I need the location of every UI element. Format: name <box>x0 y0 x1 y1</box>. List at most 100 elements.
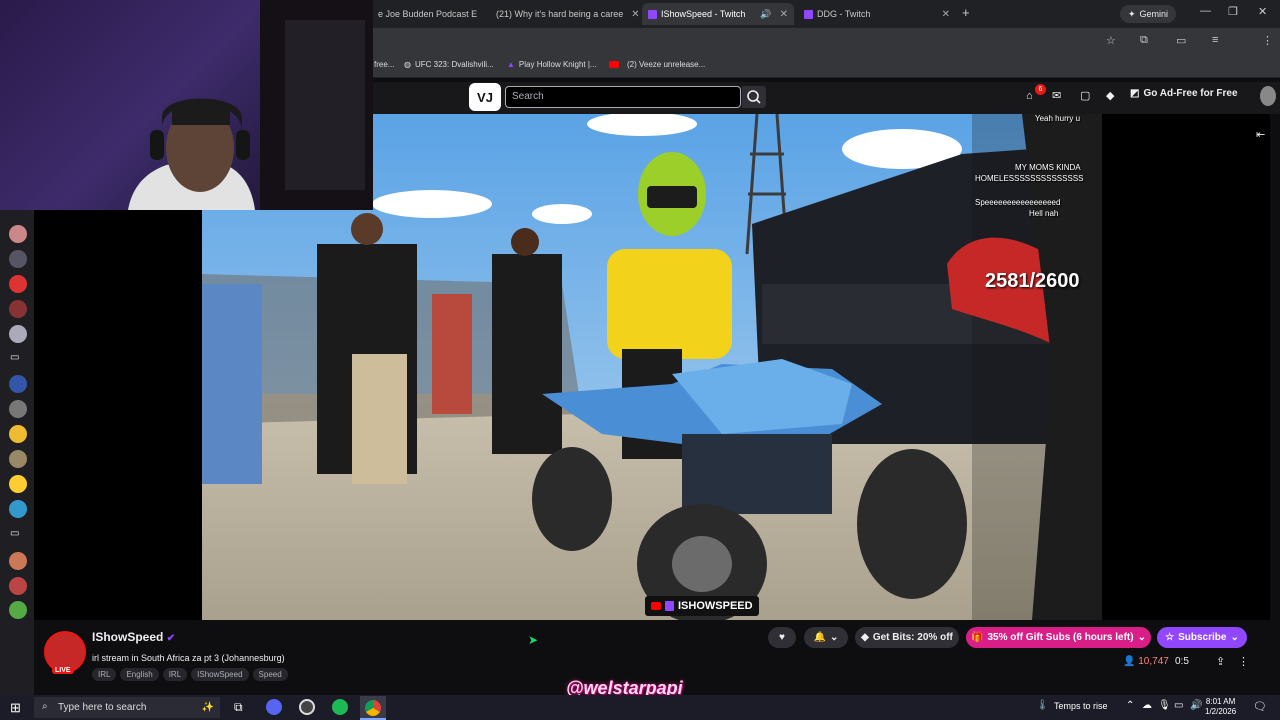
bookmark-item[interactable]: ◍ UFC 323: Dvalishvili... <box>404 60 494 69</box>
sidebar-channel-avatar[interactable] <box>9 601 27 619</box>
sidebar-channel-avatar[interactable] <box>9 475 27 493</box>
share-icon[interactable]: ⇪ <box>1216 655 1225 668</box>
stream-tags: IRL English IRL IShowSpeed Speed <box>92 668 288 681</box>
more-options-icon[interactable]: ⋮ <box>1238 655 1249 668</box>
chevron-down-icon: ⌄ <box>1230 632 1239 643</box>
gemini-button[interactable]: ✦ Gemini <box>1120 5 1177 23</box>
bookmark-item[interactable]: (2) Veeze unrelease... <box>609 60 705 69</box>
bookmark-item[interactable]: free... <box>374 60 394 69</box>
bookmark-label: free... <box>374 60 395 69</box>
sidebar-channel-avatar[interactable] <box>9 450 27 468</box>
task-view-icon[interactable]: ⧉ <box>234 700 243 715</box>
watermark-text: ISHOWSPEED <box>678 600 753 612</box>
sidebar-channel-avatar[interactable] <box>9 375 27 393</box>
game-icon: ▲ <box>507 60 515 69</box>
gemini-label: Gemini <box>1139 9 1169 19</box>
sidebar-channel-avatar[interactable] <box>9 577 27 595</box>
spotify-icon[interactable] <box>332 699 348 715</box>
sidebar-channel-avatar[interactable] <box>9 500 27 518</box>
cast-icon[interactable]: ▭ <box>1176 34 1186 47</box>
search-input[interactable]: Search <box>505 86 741 108</box>
search-button[interactable] <box>742 86 766 108</box>
sidebar-channel-avatar[interactable] <box>9 300 27 318</box>
mail-icon[interactable]: ✉ <box>1052 89 1061 102</box>
globe-icon: ◍ <box>404 60 411 69</box>
chevron-up-icon[interactable]: ⌃ <box>1126 700 1134 711</box>
sidebar-channel-avatar[interactable] <box>9 425 27 443</box>
chrome-taskbar-button[interactable] <box>360 696 386 720</box>
tag[interactable]: IRL <box>162 668 188 681</box>
tab-label: e Joe Budden Podcast E <box>378 9 478 19</box>
tag[interactable]: Speed <box>252 668 288 681</box>
gift-subs-button[interactable]: 🎁 35% off Gift Subs (6 hours left) ⌄ <box>966 627 1151 648</box>
sidebar-channel-avatar[interactable] <box>9 400 27 418</box>
notifications-center-icon[interactable]: 🗨 <box>1253 700 1267 713</box>
discord-icon[interactable] <box>266 699 282 715</box>
sidebar-channel-avatar[interactable] <box>9 250 27 268</box>
bits-label: Get Bits: 20% off <box>872 632 953 643</box>
microphone-icon[interactable]: 🎙 <box>1158 700 1171 711</box>
tag[interactable]: English <box>120 668 159 681</box>
sidebar-channel-avatar[interactable] <box>9 552 27 570</box>
stream-watermark: ISHOWSPEED <box>645 596 759 616</box>
twitch-icon <box>665 601 674 611</box>
person-icon: 👤 <box>1123 656 1136 667</box>
tab-youtube[interactable]: (21) Why it's hard being a caree ✕ <box>486 3 638 25</box>
sidebar-channel-avatar[interactable] <box>9 325 27 343</box>
viewer-count: 👤 10,747 <box>1123 656 1169 667</box>
volume-icon[interactable]: 🔊 <box>1190 700 1202 711</box>
windows-start-icon[interactable]: ⊞ <box>10 700 21 716</box>
taskbar-clock[interactable]: 8:01 AM 1/2/2026 <box>1205 697 1236 717</box>
crown-icon[interactable]: ◆ <box>1106 89 1114 102</box>
bookmark-item[interactable]: ▲ Play Hollow Knight |... <box>507 60 597 69</box>
chat-message: Speeeeeeeeeeeeeeeed <box>975 198 1061 207</box>
window-close-icon[interactable]: ✕ <box>1258 5 1267 18</box>
subscribe-label: Subscribe <box>1178 632 1227 643</box>
taskbar-search-input[interactable]: ⌕ Type here to search ✨ <box>34 697 220 718</box>
tag[interactable]: IShowSpeed <box>191 668 249 681</box>
bookmark-star-icon[interactable]: ☆ <box>1106 34 1116 47</box>
extensions-icon[interactable]: ⧉ <box>1140 34 1148 47</box>
close-icon[interactable]: ✕ <box>780 9 788 20</box>
tab-joe-budden[interactable]: e Joe Budden Podcast E ✕ <box>372 3 482 25</box>
tag[interactable]: IRL <box>92 668 117 681</box>
maximize-icon[interactable]: ❐ <box>1228 5 1238 18</box>
webcam-scene <box>128 0 373 210</box>
obs-icon[interactable] <box>299 699 315 715</box>
get-bits-button[interactable]: ◆ Get Bits: 20% off <box>855 627 959 648</box>
weather-label[interactable]: Temps to rise <box>1054 701 1108 711</box>
sidebar-channel-avatar[interactable] <box>9 275 27 293</box>
whispers-icon[interactable]: ▢ <box>1080 89 1090 102</box>
network-icon[interactable]: ▭ <box>1174 700 1183 711</box>
minimize-icon[interactable]: — <box>1200 5 1211 17</box>
new-tab-button[interactable]: + <box>962 5 970 20</box>
inventory-icon[interactable]: ⌂ <box>1026 90 1033 102</box>
chat-message: Yeah hurry u <box>1035 114 1081 123</box>
media-icon[interactable]: ≡ <box>1212 34 1218 46</box>
menu-icon[interactable]: ⋮ <box>1262 34 1273 47</box>
video-camera-icon: ▭ <box>10 528 20 539</box>
channel-name-text: IShowSpeed <box>92 630 164 644</box>
verified-icon: ✔ <box>166 633 176 644</box>
tab-ddg-twitch[interactable]: DDG - Twitch ✕ <box>798 3 956 25</box>
follow-button[interactable]: ♥ <box>768 627 796 648</box>
chat-message: HOMELESSSSSSSSSSSSSS <box>975 174 1084 183</box>
chat-overlay: Yeah hurry u MY MOMS KINDA HOMELESSSSSSS… <box>975 112 1103 218</box>
ad-free-button[interactable]: ◩ Go Ad-Free for Free <box>1130 88 1238 99</box>
subscribe-button[interactable]: ☆ Subscribe ⌄ <box>1157 627 1247 648</box>
streamer-webcam <box>0 0 373 210</box>
cloud-icon[interactable]: ☁ <box>1142 700 1152 711</box>
sidebar-channel-avatar[interactable] <box>9 225 27 243</box>
close-icon[interactable]: ✕ <box>942 9 950 20</box>
speaker-icon[interactable]: 🔊 <box>760 9 771 20</box>
close-icon[interactable]: ✕ <box>631 9 638 20</box>
channel-name[interactable]: IShowSpeed ✔ <box>92 630 175 644</box>
tab-ishowspeed-twitch[interactable]: IShowSpeed - Twitch 🔊 ✕ <box>642 3 794 25</box>
notifications-button[interactable]: 🔔 ⌄ <box>804 627 848 648</box>
avatar[interactable] <box>1260 86 1276 106</box>
twitch-logo-icon[interactable]: VJ <box>469 83 501 111</box>
prime-icon: ◩ <box>1130 88 1140 99</box>
bookmark-label: Play Hollow Knight |... <box>518 60 597 69</box>
chat-message: MY MOMS KINDA <box>1015 163 1081 172</box>
expand-chat-icon[interactable]: ⇤ <box>1256 128 1265 141</box>
